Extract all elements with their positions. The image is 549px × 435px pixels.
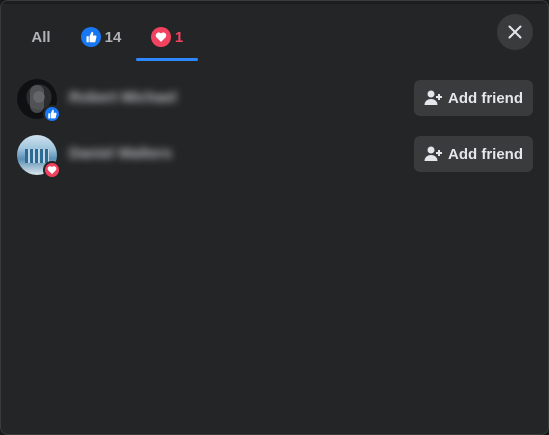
reactor-name[interactable]: Daniel Walters (69, 145, 172, 162)
reactor-name[interactable]: Robert Michael (69, 89, 177, 106)
add-friend-button[interactable]: Add friend (414, 136, 533, 172)
reactions-dialog: All 14 1 Robert Michael Add friend Danie… (0, 0, 549, 435)
close-button[interactable] (497, 14, 533, 50)
love-count: 1 (174, 28, 184, 46)
close-icon (508, 25, 522, 39)
tab-love[interactable]: 1 (136, 13, 198, 61)
list-item: Robert Michael Add friend (17, 77, 534, 133)
add-friend-label: Add friend (448, 89, 523, 107)
add-friend-icon (424, 89, 442, 107)
love-badge-icon (43, 161, 61, 179)
tab-all[interactable]: All (16, 13, 66, 61)
add-friend-label: Add friend (448, 145, 523, 163)
dialog-top-edge (1, 1, 548, 4)
like-count: 14 (104, 28, 122, 46)
tab-all-label: All (31, 28, 51, 46)
like-badge-icon (43, 105, 61, 123)
like-icon (80, 27, 101, 47)
reactor-list: Robert Michael Add friend Daniel Walters… (17, 77, 534, 189)
active-tab-underline (136, 58, 198, 61)
tab-like[interactable]: 14 (66, 13, 136, 61)
list-item: Daniel Walters Add friend (17, 133, 534, 189)
add-friend-button[interactable]: Add friend (414, 80, 533, 116)
love-icon (150, 27, 171, 47)
add-friend-icon (424, 145, 442, 163)
reaction-tabs: All 14 1 (16, 13, 198, 61)
